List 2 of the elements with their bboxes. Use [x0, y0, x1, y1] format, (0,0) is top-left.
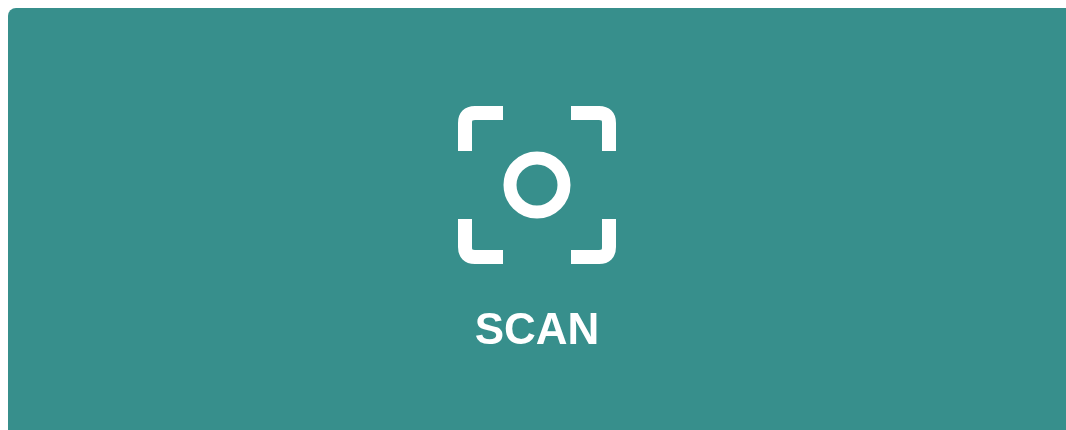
scan-button[interactable]: SCAN [8, 8, 1066, 430]
scan-icon [458, 106, 616, 264]
